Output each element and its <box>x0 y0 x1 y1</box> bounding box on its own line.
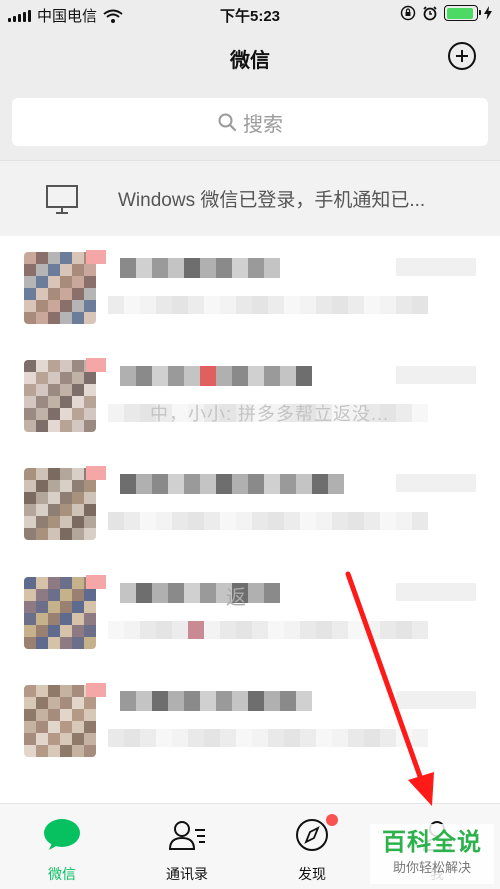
chat-message-text: 中，小小: 拼多多帮立返没... <box>150 404 390 424</box>
chat-list-item[interactable]: 返 <box>0 561 500 669</box>
chat-name-blurred <box>120 583 280 603</box>
chat-name-text: 返 <box>226 587 246 609</box>
chat-message-blurred <box>108 512 428 530</box>
tab-chats[interactable]: 微信 <box>12 804 112 889</box>
chat-message-blurred <box>108 729 428 747</box>
chat-list-item[interactable]: 中，小小: 拼多多帮立返没... <box>0 344 500 452</box>
page-title: 微信 <box>230 50 270 72</box>
tab-label: 通讯录 <box>166 866 208 882</box>
windows-login-text: Windows 微信已登录，手机通知已... <box>118 190 426 211</box>
tab-label: 发现 <box>298 866 326 882</box>
status-bar: 中国电信 下午5:23 <box>0 0 500 28</box>
chat-name-blurred <box>120 474 344 494</box>
contacts-icon <box>168 821 205 850</box>
unread-badge <box>86 358 106 372</box>
chat-bubble-icon <box>44 819 80 850</box>
unread-badge <box>86 683 106 697</box>
add-plus-button[interactable] <box>448 42 476 70</box>
battery-fill <box>446 7 473 19</box>
unread-badge <box>86 575 106 589</box>
chat-list: 中，小小: 拼多多帮立返没... 返 <box>0 236 500 803</box>
unread-badge <box>86 250 106 264</box>
chat-name-blurred <box>120 258 280 278</box>
chat-time-blurred <box>396 583 476 601</box>
watermark-main: 百科全说 <box>382 829 482 856</box>
tab-discover[interactable]: 发现 <box>262 804 362 889</box>
battery-icon <box>444 5 481 21</box>
chat-name-blurred <box>120 366 312 386</box>
chat-time-blurred <box>396 258 476 276</box>
search-icon <box>218 113 237 132</box>
monitor-icon <box>46 185 78 214</box>
windows-login-banner[interactable]: Windows 微信已登录，手机通知已... <box>0 160 500 236</box>
chat-message-blurred <box>108 621 428 639</box>
chat-list-item[interactable] <box>0 669 500 777</box>
chat-name-blurred <box>120 691 312 711</box>
chat-message-blurred <box>108 296 428 314</box>
tab-label: 微信 <box>48 866 76 882</box>
unread-badge <box>86 466 106 480</box>
chat-time-blurred <box>396 691 476 709</box>
chat-time-blurred <box>396 474 476 492</box>
rotation-lock-icon <box>400 5 416 21</box>
charging-icon <box>484 6 492 20</box>
search-placeholder: 搜索 <box>243 113 283 136</box>
status-right <box>400 5 492 21</box>
chat-list-item[interactable] <box>0 236 500 344</box>
alarm-icon <box>423 6 437 21</box>
watermark-sub: 助你轻松解决 <box>392 860 471 875</box>
nav-bar: 微信 <box>0 28 500 88</box>
chat-list-item[interactable] <box>0 452 500 560</box>
watermark-logo: 百科全说 助你轻松解决 <box>370 824 494 884</box>
notification-dot <box>326 814 338 826</box>
chat-time-blurred <box>396 366 476 384</box>
tab-contacts[interactable]: 通讯录 <box>137 804 237 889</box>
search-input[interactable]: 搜索 <box>12 98 488 146</box>
